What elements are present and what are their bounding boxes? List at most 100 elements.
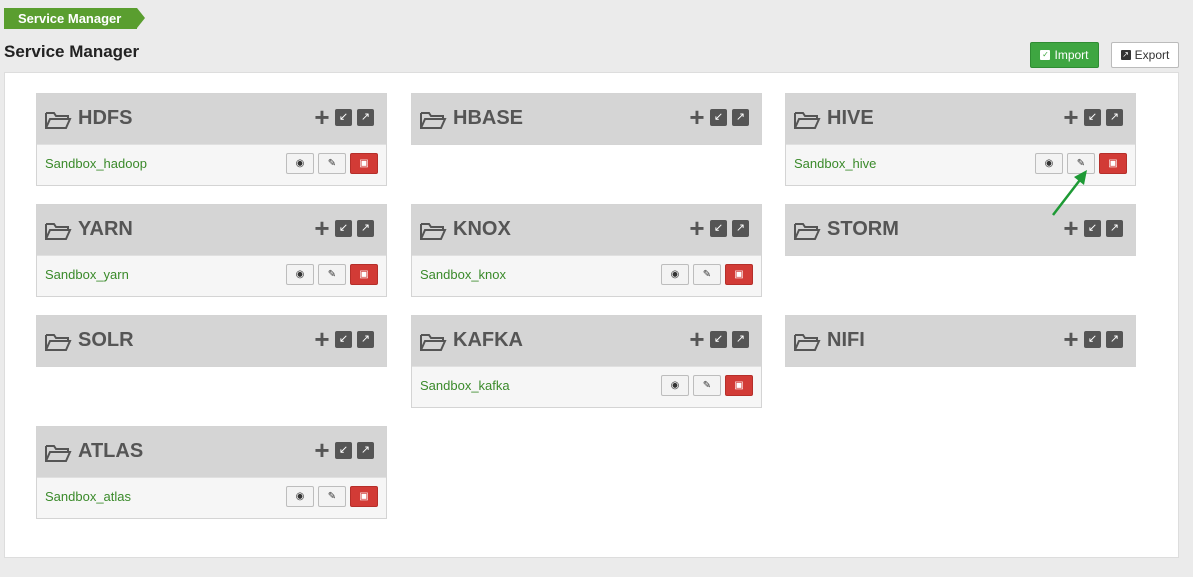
open-service-icon[interactable]: ↗ <box>732 330 749 348</box>
import-label: Import <box>1054 48 1089 62</box>
repo-link[interactable]: Sandbox_knox <box>420 267 506 282</box>
edit-icon: ✎ <box>327 269 337 280</box>
edit-icon: ✎ <box>327 158 337 169</box>
open-service-icon[interactable]: ↗ <box>1106 330 1123 348</box>
add-repo-icon[interactable]: + <box>314 215 330 241</box>
repo-link[interactable]: Sandbox_yarn <box>45 267 129 282</box>
trash-icon: ▣ <box>734 269 744 280</box>
edit-service-icon[interactable]: ↙ <box>335 219 352 237</box>
service-header: NIFI + ↙ ↗ <box>786 316 1135 366</box>
export-label: Export <box>1134 48 1170 62</box>
service-card-hdfs: HDFS + ↙ ↗ Sandbox_hadoop ◉ ✎ ▣ <box>36 93 387 186</box>
open-service-icon[interactable]: ↗ <box>357 441 374 459</box>
edit-button[interactable]: ✎ <box>693 264 721 285</box>
open-service-icon[interactable]: ↗ <box>1106 219 1123 237</box>
delete-button[interactable]: ▣ <box>350 153 378 174</box>
add-repo-icon[interactable]: + <box>1063 326 1079 352</box>
edit-service-icon[interactable]: ↙ <box>335 441 352 459</box>
service-name: KNOX <box>453 218 511 240</box>
eye-icon: ◉ <box>670 269 680 280</box>
add-repo-icon[interactable]: + <box>1063 104 1079 130</box>
view-button[interactable]: ◉ <box>661 375 689 396</box>
open-service-icon[interactable]: ↗ <box>357 108 374 126</box>
service-header: HBASE + ↙ ↗ <box>412 94 761 144</box>
service-name: HIVE <box>827 107 874 129</box>
breadcrumb[interactable]: Service Manager <box>4 8 145 29</box>
edit-icon: ✎ <box>702 269 712 280</box>
annotation-arrow-icon <box>1052 170 1087 216</box>
folder-open-icon <box>45 223 72 240</box>
service-header: KAFKA + ↙ ↗ <box>412 316 761 366</box>
add-repo-icon[interactable]: + <box>314 326 330 352</box>
eye-icon: ◉ <box>295 269 305 280</box>
repo-row: Sandbox_kafka ◉ ✎ ▣ <box>412 366 761 407</box>
page-title: Service Manager <box>4 42 140 61</box>
folder-open-icon <box>420 223 447 240</box>
add-repo-icon[interactable]: + <box>314 437 330 463</box>
folder-open-icon <box>794 223 821 240</box>
edit-service-icon[interactable]: ↙ <box>1084 108 1101 126</box>
edit-service-icon[interactable]: ↙ <box>1084 219 1101 237</box>
service-card-atlas: ATLAS + ↙ ↗ Sandbox_atlas ◉ ✎ ▣ <box>36 426 387 519</box>
delete-button[interactable]: ▣ <box>725 264 753 285</box>
edit-service-icon[interactable]: ↙ <box>335 330 352 348</box>
repo-link[interactable]: Sandbox_hadoop <box>45 156 147 171</box>
add-repo-icon[interactable]: + <box>689 326 705 352</box>
trash-icon: ▣ <box>359 491 369 502</box>
edit-button[interactable]: ✎ <box>318 264 346 285</box>
edit-icon: ✎ <box>702 380 712 391</box>
eye-icon: ◉ <box>295 491 305 502</box>
add-repo-icon[interactable]: + <box>689 104 705 130</box>
add-repo-icon[interactable]: + <box>1063 215 1079 241</box>
service-card-hbase: HBASE + ↙ ↗ <box>411 93 762 145</box>
open-service-icon[interactable]: ↗ <box>732 108 749 126</box>
edit-button[interactable]: ✎ <box>318 486 346 507</box>
edit-button[interactable]: ✎ <box>318 153 346 174</box>
edit-icon: ✎ <box>327 491 337 502</box>
delete-button[interactable]: ▣ <box>1099 153 1127 174</box>
repo-link[interactable]: Sandbox_kafka <box>420 378 510 393</box>
add-repo-icon[interactable]: + <box>314 104 330 130</box>
service-header: KNOX + ↙ ↗ <box>412 205 761 255</box>
service-header: HIVE + ↙ ↗ <box>786 94 1135 144</box>
view-button[interactable]: ◉ <box>286 486 314 507</box>
repo-row: Sandbox_hadoop ◉ ✎ ▣ <box>37 144 386 185</box>
repo-link[interactable]: Sandbox_hive <box>794 156 876 171</box>
import-button[interactable]: ✓ Import <box>1030 42 1099 68</box>
service-card-kafka: KAFKA + ↙ ↗ Sandbox_kafka ◉ ✎ ▣ <box>411 315 762 408</box>
trash-icon: ▣ <box>734 380 744 391</box>
edit-button[interactable]: ✎ <box>693 375 721 396</box>
repo-row: Sandbox_knox ◉ ✎ ▣ <box>412 255 761 296</box>
open-service-icon[interactable]: ↗ <box>357 219 374 237</box>
delete-button[interactable]: ▣ <box>350 486 378 507</box>
folder-open-icon <box>794 112 821 129</box>
edit-service-icon[interactable]: ↙ <box>1084 330 1101 348</box>
add-repo-icon[interactable]: + <box>689 215 705 241</box>
edit-service-icon[interactable]: ↙ <box>710 219 727 237</box>
view-button[interactable]: ◉ <box>286 153 314 174</box>
view-button[interactable]: ◉ <box>286 264 314 285</box>
folder-open-icon <box>420 112 447 129</box>
open-service-icon[interactable]: ↗ <box>357 330 374 348</box>
service-name: HDFS <box>78 107 133 129</box>
trash-icon: ▣ <box>359 158 369 169</box>
delete-button[interactable]: ▣ <box>725 375 753 396</box>
eye-icon: ◉ <box>295 158 305 169</box>
view-button[interactable]: ◉ <box>661 264 689 285</box>
edit-service-icon[interactable]: ↙ <box>710 108 727 126</box>
delete-button[interactable]: ▣ <box>350 264 378 285</box>
open-service-icon[interactable]: ↗ <box>732 219 749 237</box>
folder-open-icon <box>45 112 72 129</box>
service-header: ATLAS + ↙ ↗ <box>37 427 386 477</box>
edit-service-icon[interactable]: ↙ <box>710 330 727 348</box>
edit-service-icon[interactable]: ↙ <box>335 108 352 126</box>
repo-link[interactable]: Sandbox_atlas <box>45 489 131 504</box>
repo-row: Sandbox_atlas ◉ ✎ ▣ <box>37 477 386 518</box>
service-name: SOLR <box>78 329 134 351</box>
service-header: YARN + ↙ ↗ <box>37 205 386 255</box>
open-service-icon[interactable]: ↗ <box>1106 108 1123 126</box>
folder-open-icon <box>45 445 72 462</box>
service-name: HBASE <box>453 107 524 129</box>
service-header: SOLR + ↙ ↗ <box>37 316 386 366</box>
export-button[interactable]: ↗ Export <box>1111 42 1179 68</box>
